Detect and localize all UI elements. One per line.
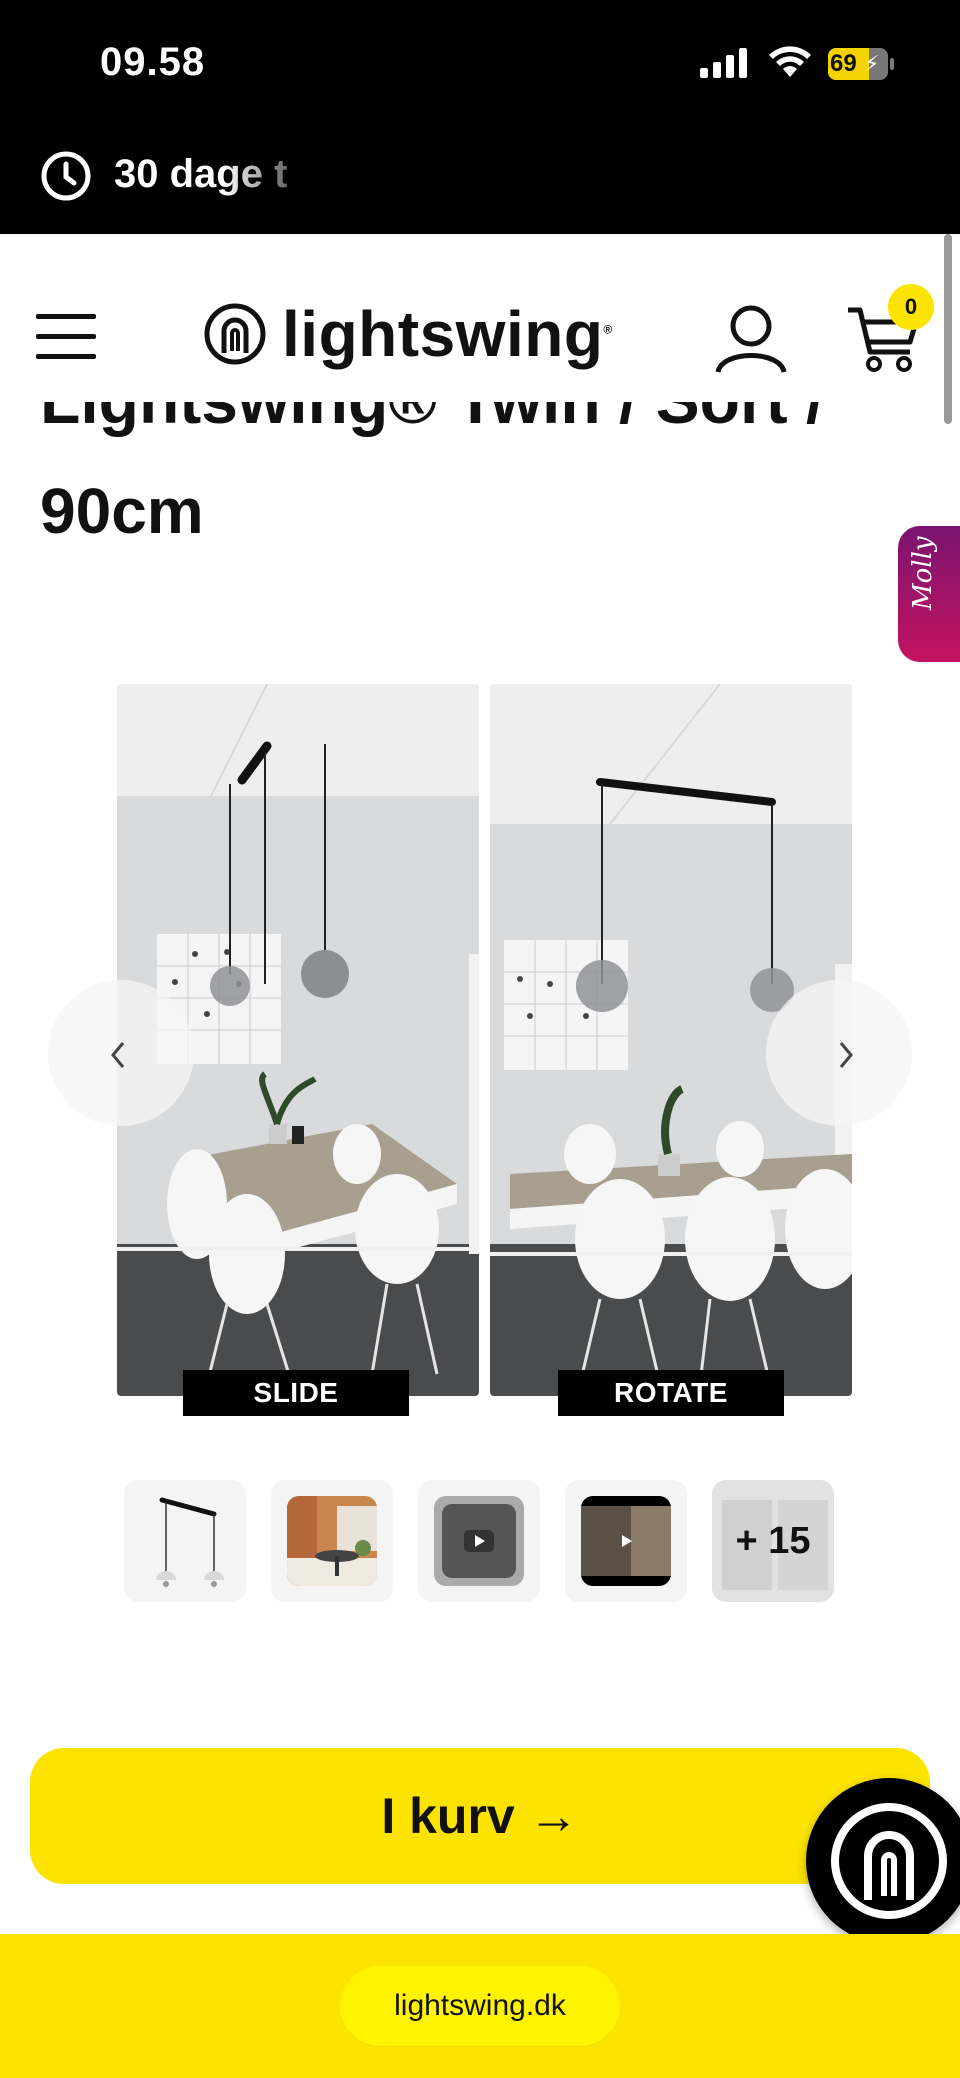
status-time: 09.58 xyxy=(100,40,206,84)
video-thumbnail[interactable] xyxy=(418,1480,540,1602)
more-images-thumbnail[interactable]: + 15 xyxy=(712,1480,834,1602)
interior-thumbnail[interactable] xyxy=(271,1480,393,1602)
user-icon[interactable] xyxy=(714,302,788,374)
promo-text: 30 dage t xyxy=(114,152,314,197)
molly-label: Molly xyxy=(908,536,938,610)
product-thumbnail[interactable] xyxy=(124,1480,246,1602)
video-thumbnail-2[interactable] xyxy=(565,1480,687,1602)
molly-chat-tab[interactable]: Molly xyxy=(898,526,960,662)
status-bar: 09.58 69 ⚡ xyxy=(0,0,960,130)
battery-percent: 69 xyxy=(830,50,857,77)
battery-charging-icon: 69 ⚡ xyxy=(828,48,894,80)
gallery-thumbnails: + 15 xyxy=(0,1480,960,1604)
site-header: lightswing® xyxy=(0,234,960,394)
chevron-left-icon xyxy=(111,1042,125,1068)
lightswing-chat-icon[interactable] xyxy=(806,1778,960,1944)
brand-name: lightswing® xyxy=(282,298,613,370)
cellular-signal-icon xyxy=(700,48,747,78)
clock-icon xyxy=(41,151,91,201)
wifi-icon xyxy=(769,46,811,77)
gallery-label-slide: SLIDE xyxy=(183,1370,409,1416)
scrollbar[interactable] xyxy=(944,234,952,424)
product-gallery: SLIDE ROTATE xyxy=(0,680,960,1420)
cart-count-badge: 0 xyxy=(888,284,934,330)
add-to-cart-button[interactable]: I kurv → xyxy=(30,1748,930,1884)
brand-logo[interactable]: lightswing® xyxy=(202,294,613,374)
product-title: 90cm xyxy=(40,475,204,547)
url-bar[interactable]: lightswing.dk xyxy=(340,1966,620,2046)
browser-footer: lightswing.dk xyxy=(0,1934,960,2078)
gallery-label-rotate: ROTATE xyxy=(558,1370,784,1416)
more-images-count: + 15 xyxy=(735,1520,811,1562)
gallery-prev-button[interactable] xyxy=(48,980,194,1126)
chevron-right-icon xyxy=(839,1042,853,1068)
promo-bar: 30 dage t xyxy=(0,130,960,234)
hamburger-menu-icon[interactable] xyxy=(36,314,96,360)
lightswing-logo-icon xyxy=(204,303,266,365)
product-title-partial: Lightswing® Twin / Sort / xyxy=(40,402,920,450)
gallery-next-button[interactable] xyxy=(766,980,912,1126)
